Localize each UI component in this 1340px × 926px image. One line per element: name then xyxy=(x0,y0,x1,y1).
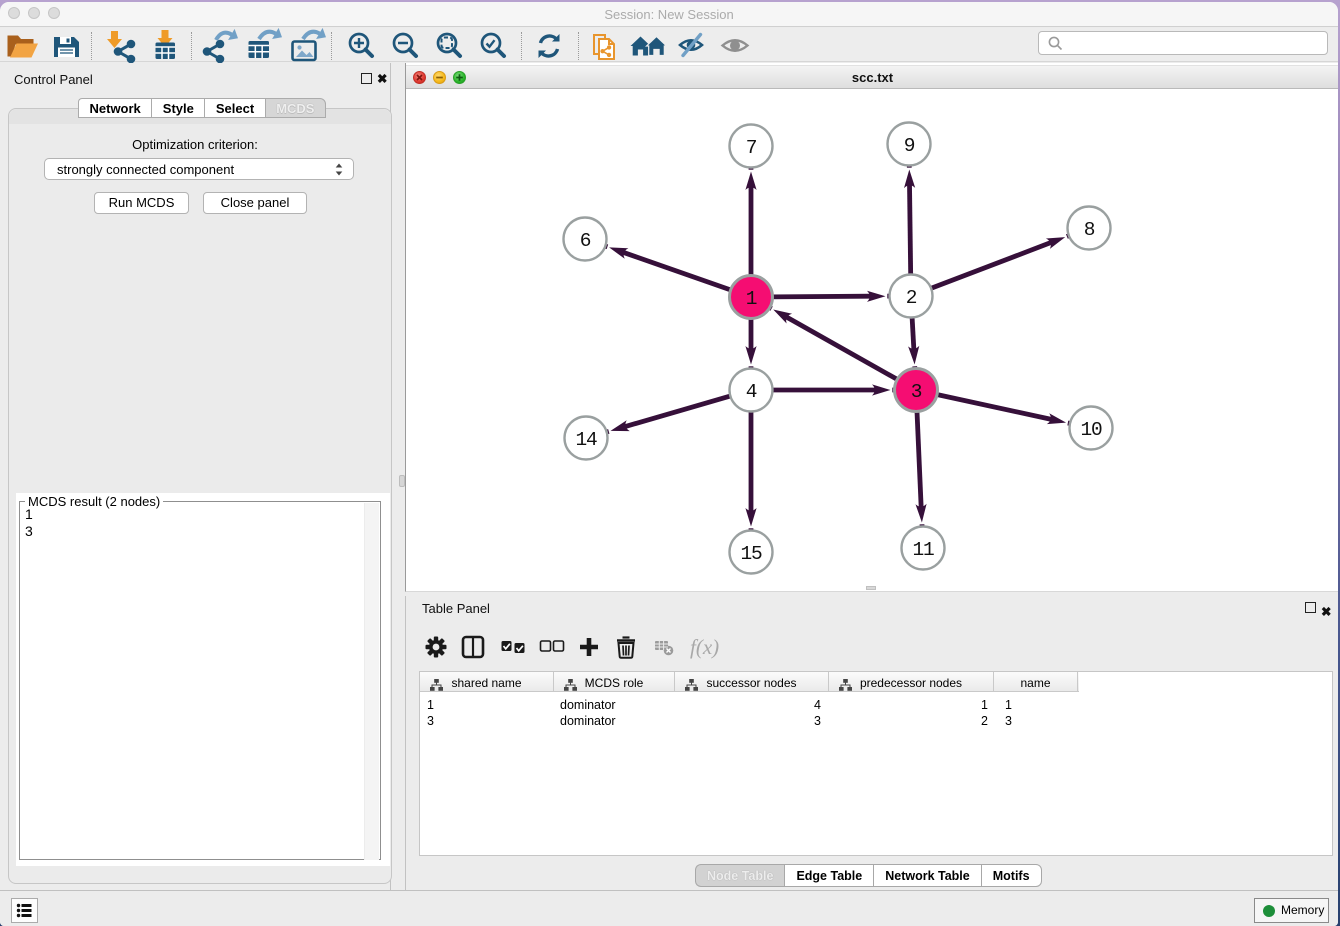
svg-text:10: 10 xyxy=(1080,419,1102,441)
svg-text:3: 3 xyxy=(911,381,922,403)
svg-text:6: 6 xyxy=(580,230,591,252)
svg-text:f(x): f(x) xyxy=(690,635,719,659)
svg-text:7: 7 xyxy=(746,137,757,159)
svg-text:9: 9 xyxy=(904,135,915,157)
svg-text:8: 8 xyxy=(1084,219,1095,241)
svg-text:1: 1 xyxy=(746,288,757,310)
svg-text:11: 11 xyxy=(912,539,934,561)
svg-text:15: 15 xyxy=(740,543,762,565)
svg-text:2: 2 xyxy=(906,287,917,309)
svg-text:14: 14 xyxy=(575,429,597,451)
svg-text:4: 4 xyxy=(746,381,757,403)
